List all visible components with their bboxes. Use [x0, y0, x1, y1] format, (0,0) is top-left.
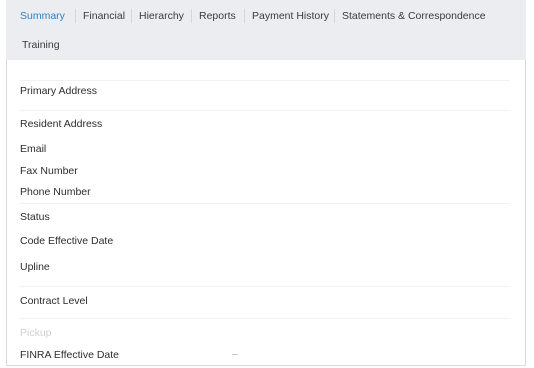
phone-number-label: Phone Number [20, 186, 91, 198]
tab-statements-correspondence[interactable]: Statements & Correspondence [342, 9, 486, 23]
code-effective-date-label: Code Effective Date [20, 235, 114, 247]
contract-level-label: Contract Level [20, 295, 88, 307]
upline-label: Upline [20, 261, 50, 273]
dash-mark [232, 354, 238, 355]
email-label: Email [20, 143, 47, 155]
fax-number-label: Fax Number [20, 165, 78, 177]
primary-address-label: Primary Address [20, 85, 98, 97]
tab-financial[interactable]: Financial [83, 9, 125, 23]
faded-label: Pickup [20, 327, 52, 339]
row-divider [20, 110, 510, 111]
tab-separator [131, 9, 132, 23]
row-divider [20, 318, 510, 319]
tab-payment-history[interactable]: Payment History [252, 9, 329, 23]
tab-summary[interactable]: Summary [20, 9, 65, 23]
row-divider [20, 203, 510, 204]
row-divider [20, 80, 510, 81]
finra-effective-date-label: FINRA Effective Date [20, 349, 120, 361]
tab-training[interactable]: Training [22, 38, 60, 52]
row-divider [20, 286, 510, 287]
tab-separator [244, 9, 245, 23]
tab-separator [191, 9, 192, 23]
resident-address-label: Resident Address [20, 118, 103, 130]
tab-separator [334, 9, 335, 23]
status-label: Status [20, 211, 50, 223]
tab-bar: Summary Financial Hierarchy Reports Paym… [6, 0, 526, 60]
tab-reports[interactable]: Reports [199, 9, 236, 23]
tab-separator [75, 9, 76, 23]
tab-hierarchy[interactable]: Hierarchy [139, 9, 184, 23]
